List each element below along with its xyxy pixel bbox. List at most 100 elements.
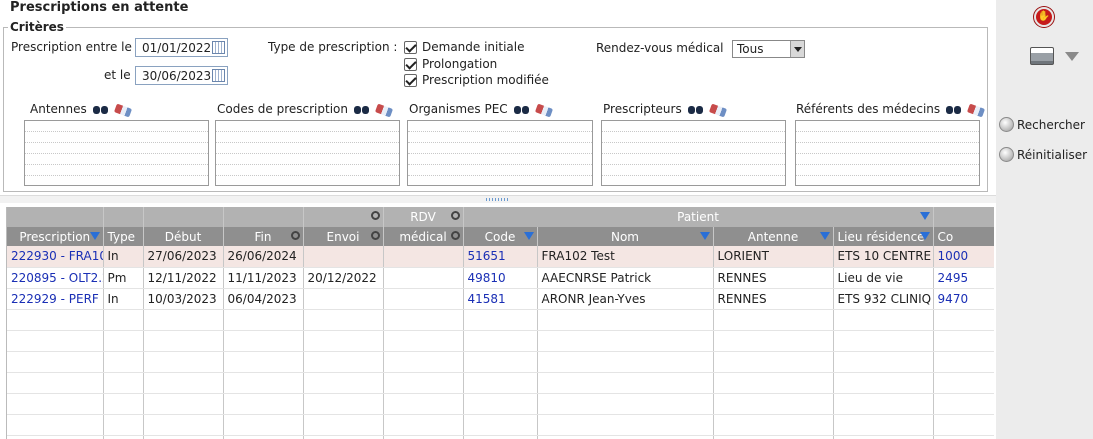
date-from-value: 01/01/2022	[142, 41, 212, 55]
col-header-code[interactable]: Code	[463, 227, 538, 246]
rdv-select[interactable]: Tous	[732, 40, 805, 58]
binoculars-icon[interactable]	[513, 103, 530, 115]
search-icon[interactable]	[370, 211, 380, 220]
empty-cell	[463, 393, 538, 415]
printer-icon[interactable]	[1030, 47, 1054, 65]
table-row[interactable]: 222930 - FRA10 In 27/06/2023 26/06/2024 …	[7, 246, 994, 268]
checkbox-demande-initiale[interactable]: Demande initiale	[404, 40, 524, 54]
empty-cell	[103, 309, 144, 331]
col-header-debut[interactable]: Début	[143, 227, 224, 246]
panel-codes-list[interactable]	[215, 120, 400, 186]
cell-code[interactable]: 51651	[463, 246, 538, 268]
cell-co[interactable]: 9470	[933, 288, 994, 310]
panel-title: Codes de prescription	[217, 102, 348, 116]
col-header-type[interactable]: Type	[103, 227, 144, 246]
calendar-icon[interactable]	[212, 69, 225, 82]
eraser-icon[interactable]	[113, 103, 132, 117]
filter-icon[interactable]	[919, 232, 930, 240]
panel-prescripteurs-list[interactable]	[601, 120, 786, 186]
filter-icon[interactable]	[523, 232, 534, 240]
col-header-envoi[interactable]: Envoi	[303, 227, 384, 246]
checkbox-prolongation[interactable]: Prolongation	[404, 57, 497, 71]
col-header-co[interactable]: Co	[933, 227, 994, 246]
checkbox-prescription-modifiee[interactable]: Prescription modifiée	[404, 73, 549, 87]
panel-antennes-header: Antennes	[30, 102, 132, 117]
checkbox-checked-icon[interactable]	[404, 57, 417, 71]
cell-debut: 12/11/2022	[143, 267, 224, 289]
eraser-icon[interactable]	[374, 103, 394, 117]
empty-cell	[383, 435, 464, 439]
empty-cell	[537, 309, 714, 331]
empty-cell	[143, 351, 224, 373]
search-icon[interactable]	[290, 231, 300, 240]
action-sidebar	[996, 0, 1093, 439]
cell-code[interactable]: 41581	[463, 288, 538, 310]
filter-icon[interactable]	[699, 232, 710, 240]
splitter-grip[interactable]	[486, 198, 510, 201]
binoculars-icon[interactable]	[92, 103, 109, 115]
empty-cell	[303, 330, 384, 352]
col-header-nom[interactable]: Nom	[537, 227, 714, 246]
panel-organismes-list[interactable]	[407, 120, 593, 186]
search-button[interactable]: Rechercher	[999, 117, 1085, 132]
search-icon[interactable]	[450, 231, 460, 240]
empty-cell	[303, 414, 384, 436]
cell-prescription[interactable]: 220895 - OLT2.2	[7, 267, 104, 289]
group-header-blank	[143, 207, 224, 227]
cell-medical	[383, 246, 464, 268]
panel-antennes-list[interactable]	[24, 120, 209, 186]
empty-cell	[383, 414, 464, 436]
col-header-medical[interactable]: médical	[383, 227, 464, 246]
binoculars-icon[interactable]	[354, 103, 370, 115]
filter-icon[interactable]	[919, 212, 930, 220]
filter-icon[interactable]	[89, 232, 100, 240]
cell-debut: 10/03/2023	[143, 288, 224, 310]
eraser-icon[interactable]	[708, 103, 727, 117]
table-row[interactable]: 220895 - OLT2.2 Pm 12/11/2022 11/11/2023…	[7, 267, 994, 289]
date-to-input[interactable]: 30/06/2023	[135, 66, 228, 85]
empty-cell	[303, 351, 384, 373]
page-title: Prescriptions en attente	[10, 0, 189, 15]
stop-icon[interactable]	[1034, 7, 1054, 27]
cell-lieu: ETS 932 CLINIQ	[833, 288, 934, 310]
empty-row	[7, 309, 994, 331]
cell-co[interactable]: 1000	[933, 246, 994, 268]
col-header-antenne[interactable]: Antenne	[713, 227, 834, 246]
panel-referents-header: Référents des médecins	[796, 102, 986, 117]
empty-cell	[223, 414, 304, 436]
binoculars-icon[interactable]	[946, 103, 962, 115]
date-to-label: et le	[104, 68, 131, 82]
cell-prescription[interactable]: 222930 - FRA10	[7, 246, 104, 268]
empty-cell	[7, 393, 104, 415]
chevron-down-icon[interactable]	[790, 41, 804, 57]
empty-cell	[223, 372, 304, 394]
col-header-fin[interactable]: Fin	[223, 227, 304, 246]
panel-referents-list[interactable]	[795, 120, 980, 186]
col-header-lieu-residence[interactable]: Lieu résidence	[833, 227, 934, 246]
eraser-icon[interactable]	[967, 103, 986, 117]
empty-cell	[713, 435, 834, 439]
cell-prescription[interactable]: 222929 - PERF	[7, 288, 104, 310]
eraser-icon[interactable]	[534, 103, 553, 117]
calendar-icon[interactable]	[212, 41, 225, 54]
checkbox-checked-icon[interactable]	[404, 40, 417, 54]
binoculars-icon[interactable]	[687, 103, 704, 115]
checkbox-label: Prescription modifiée	[422, 73, 549, 87]
col-header-prescription[interactable]: Prescription	[7, 227, 104, 246]
search-icon[interactable]	[370, 231, 380, 240]
cell-antenne: RENNES	[713, 288, 834, 310]
cell-co[interactable]: 2495	[933, 267, 994, 289]
checkbox-checked-icon[interactable]	[404, 73, 417, 87]
filter-icon[interactable]	[819, 232, 830, 240]
date-from-input[interactable]: 01/01/2022	[135, 38, 228, 57]
chevron-down-icon[interactable]	[1065, 52, 1079, 61]
empty-cell	[383, 330, 464, 352]
empty-row	[7, 414, 994, 436]
reset-button[interactable]: Réinitialiser	[999, 147, 1087, 162]
empty-cell	[933, 435, 994, 439]
search-icon[interactable]	[450, 211, 460, 220]
cell-code[interactable]: 49810	[463, 267, 538, 289]
empty-cell	[103, 372, 144, 394]
table-row[interactable]: 222929 - PERF In 10/03/2023 06/04/2023 4…	[7, 288, 994, 310]
search-button-label: Rechercher	[1017, 117, 1085, 132]
